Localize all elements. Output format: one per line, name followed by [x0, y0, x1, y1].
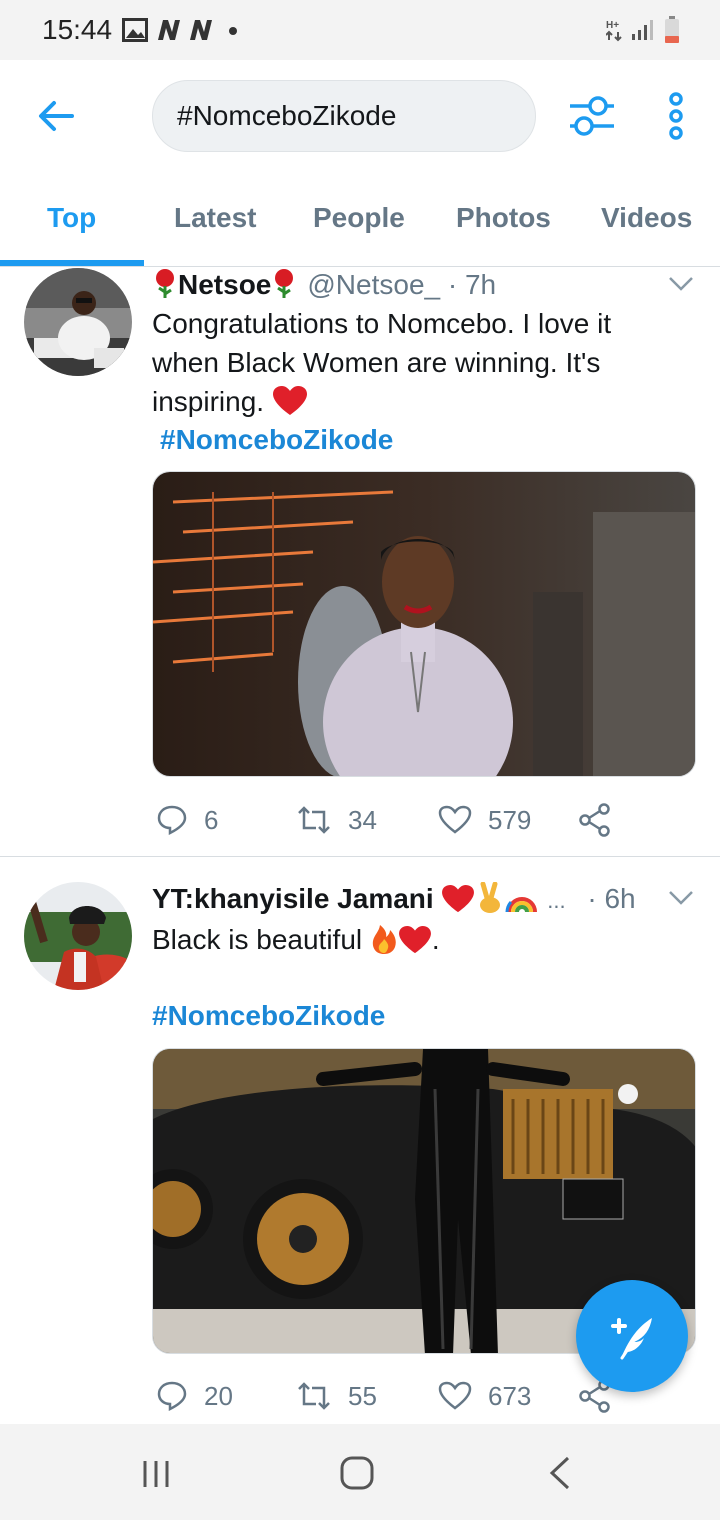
rainbow-emoji-icon	[505, 897, 538, 913]
tweet-header: Netsoe @Netsoe_ · 7h	[152, 268, 496, 301]
victory-hand-emoji-icon	[480, 881, 501, 913]
tweet-author-name[interactable]: Netsoe	[178, 269, 271, 300]
tweet[interactable]: Netsoe @Netsoe_ · 7h Congratulations to …	[0, 268, 720, 856]
like-button[interactable]: 579	[438, 800, 531, 840]
rose-emoji-icon	[156, 269, 174, 298]
tweet-time: · 7h	[447, 269, 497, 300]
tab-videos[interactable]: Videos	[601, 202, 692, 234]
more-vertical-icon[interactable]	[662, 92, 690, 140]
home-icon[interactable]	[340, 1456, 374, 1490]
tab-latest[interactable]: Latest	[174, 202, 256, 234]
system-nav-bar	[0, 1424, 720, 1520]
search-header: #NomceboZikode	[0, 60, 720, 172]
retweet-icon	[298, 806, 330, 834]
fire-emoji-icon	[372, 925, 396, 954]
compose-tweet-button[interactable]	[576, 1280, 688, 1392]
tweet-text-content: Black is beautiful	[152, 924, 363, 955]
tweet-text-content: Congratulations to Nomcebo. I love it wh…	[152, 308, 612, 417]
compose-feather-icon	[611, 1318, 652, 1360]
like-button[interactable]: 673	[438, 1376, 531, 1416]
red-heart-emoji-icon	[398, 925, 431, 954]
tweet-time: · 6h	[587, 883, 636, 914]
dot-icon	[229, 27, 237, 35]
share-button[interactable]	[578, 800, 628, 840]
data-arrows-icon: H+	[606, 20, 622, 42]
n-notification-icon	[190, 20, 212, 40]
reply-count: 6	[204, 804, 219, 835]
chevron-down-icon[interactable]	[668, 890, 694, 906]
retweet-button[interactable]: 55	[296, 1376, 377, 1416]
search-tabs: Top Latest People Photos Videos	[0, 172, 720, 267]
reply-button[interactable]: 20	[156, 1376, 233, 1416]
rose-emoji-icon	[275, 269, 294, 298]
reply-count: 20	[204, 1380, 233, 1411]
red-heart-emoji-icon	[442, 884, 475, 913]
signal-icon	[632, 20, 653, 40]
back-arrow-icon[interactable]	[36, 96, 76, 136]
search-input[interactable]: #NomceboZikode	[152, 80, 536, 152]
n-notification-icon	[158, 20, 180, 40]
chevron-down-icon[interactable]	[668, 276, 694, 292]
svg-text:H+: H+	[606, 20, 619, 31]
recent-apps-icon[interactable]	[140, 1458, 172, 1490]
like-count: 673	[488, 1380, 532, 1411]
status-time: 15:44	[42, 14, 113, 45]
tweet-divider	[0, 856, 720, 857]
avatar[interactable]	[24, 882, 132, 990]
heart-icon	[438, 1381, 472, 1410]
reply-icon	[157, 1381, 187, 1412]
retweet-count: 34	[348, 804, 377, 835]
retweet-button[interactable]: 34	[296, 800, 377, 840]
avatar[interactable]	[24, 268, 132, 376]
tweet-text: Congratulations to Nomcebo. I love it wh…	[152, 304, 672, 421]
tweet-header: YT:khanyisile Jamani ... · 6h	[152, 881, 636, 915]
retweet-count: 55	[348, 1380, 377, 1411]
tweet-hashtag[interactable]: #NomceboZikode	[152, 1000, 385, 1032]
back-icon[interactable]	[548, 1456, 572, 1490]
active-tab-indicator	[0, 260, 144, 266]
like-count: 579	[488, 804, 532, 835]
tweet-media-image[interactable]	[152, 471, 696, 777]
status-bar: 15:44 H+	[0, 0, 720, 60]
share-icon	[579, 803, 610, 837]
reply-icon	[157, 805, 187, 836]
reply-button[interactable]: 6	[156, 800, 218, 840]
heart-icon	[438, 805, 472, 834]
tweet-text: Black is beautiful .	[152, 920, 672, 959]
tab-people[interactable]: People	[313, 202, 405, 234]
tweet-handle[interactable]: @Netsoe_	[307, 269, 440, 300]
tweet-actions: 6 34 579	[152, 800, 672, 840]
tweet-text-suffix: .	[431, 924, 440, 955]
tweet-hashtag[interactable]: #NomceboZikode	[160, 424, 393, 456]
filter-sliders-icon[interactable]	[568, 94, 616, 138]
name-ellipsis: ...	[547, 888, 566, 913]
retweet-icon	[298, 1382, 330, 1410]
tab-top[interactable]: Top	[47, 202, 96, 234]
tweet-author-name[interactable]: YT:khanyisile Jamani	[152, 883, 434, 914]
tab-photos[interactable]: Photos	[456, 202, 551, 234]
red-heart-emoji-icon	[272, 386, 307, 415]
gallery-icon	[122, 18, 148, 42]
battery-icon	[665, 16, 679, 43]
